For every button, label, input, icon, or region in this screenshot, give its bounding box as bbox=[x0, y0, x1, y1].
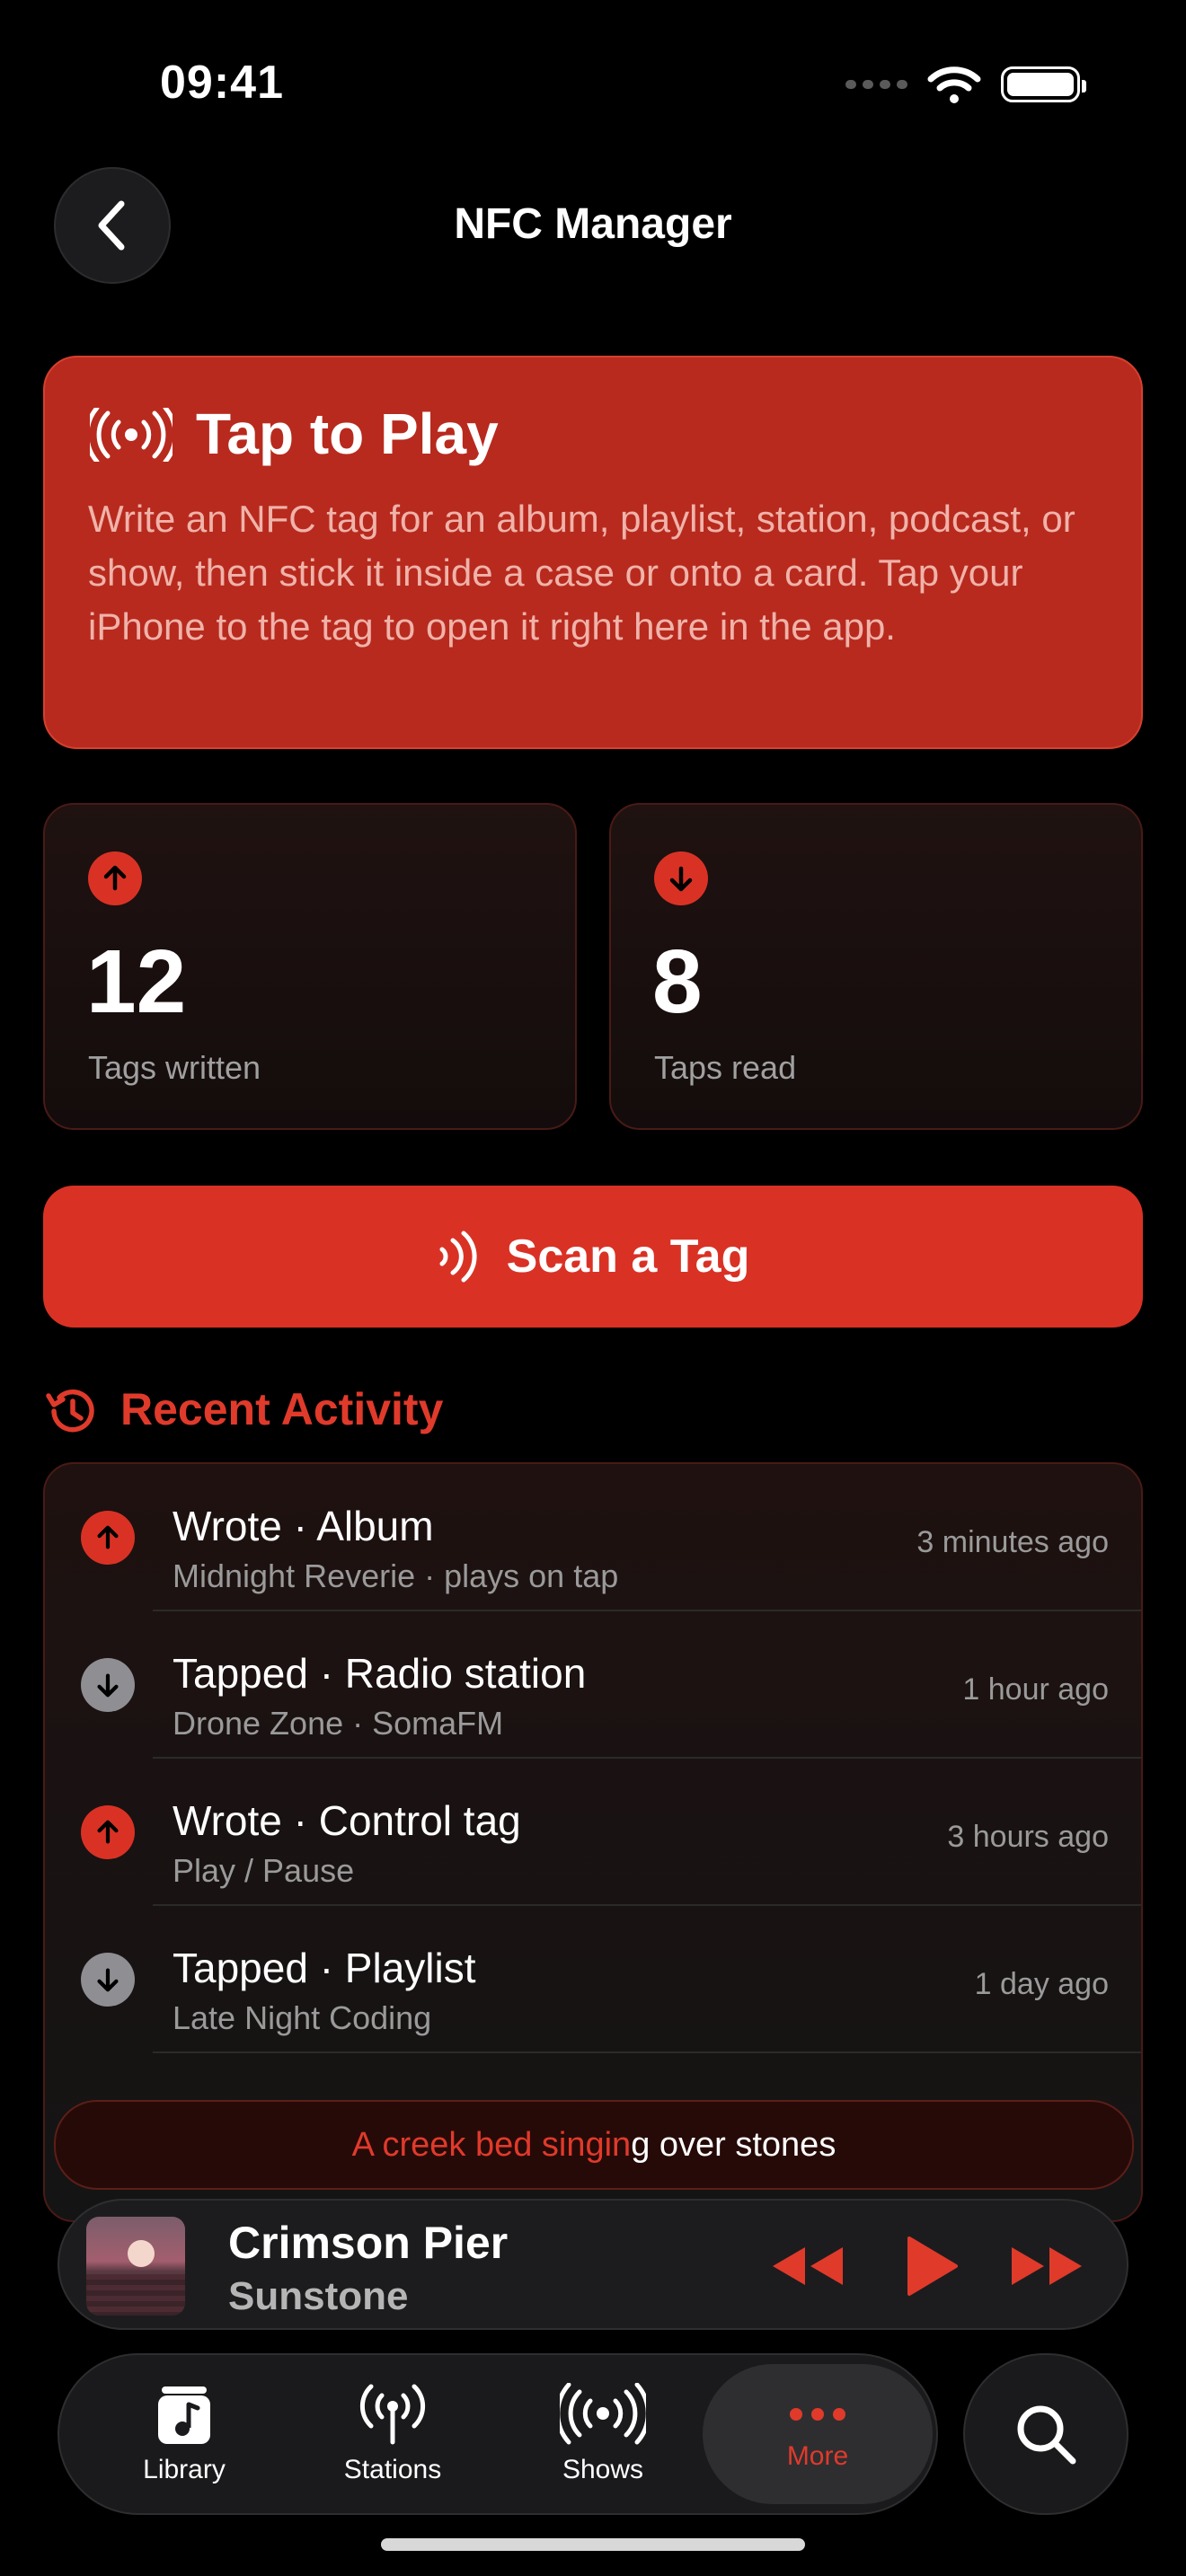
arrow-up-icon bbox=[81, 1805, 135, 1859]
activity-title: Wrote · Album bbox=[173, 1503, 434, 1549]
tab-bar: Library Stations Shows More bbox=[58, 2353, 938, 2515]
battery-icon bbox=[1001, 66, 1086, 102]
arrow-down-icon bbox=[81, 1953, 135, 2007]
album-artwork bbox=[86, 2217, 185, 2316]
tags-written-value: 12 bbox=[86, 931, 187, 1032]
lyric-line: A creek bed singin g over stones bbox=[54, 2100, 1134, 2190]
tab-shows[interactable]: Shows bbox=[500, 2355, 706, 2513]
tab-label: More bbox=[786, 2441, 849, 2471]
arrow-down-icon bbox=[81, 1658, 135, 1712]
hero-description: Write an NFC tag for an album, playlist,… bbox=[88, 498, 1075, 648]
lyric-highlighted: A creek bed singin bbox=[351, 2125, 632, 2164]
taps-read-card: 8 Taps read bbox=[609, 803, 1143, 1130]
tap-to-play-card: Tap to Play Write an NFC tag for an albu… bbox=[43, 356, 1143, 749]
activity-row[interactable]: Wrote · Album Midnight Reverie · plays o… bbox=[45, 1464, 1141, 1611]
scan-tag-label: Scan a Tag bbox=[506, 1231, 750, 1283]
activity-subtitle: Midnight Reverie · plays on tap bbox=[173, 1557, 619, 1594]
activity-row[interactable]: Tapped · Playlist Late Night Coding 1 da… bbox=[45, 1906, 1141, 2053]
activity-time: 1 hour ago bbox=[962, 1672, 1109, 1707]
activity-time: 3 hours ago bbox=[947, 1820, 1109, 1854]
tags-written-label: Tags written bbox=[88, 1049, 261, 1086]
hero-title: Tap to Play bbox=[196, 401, 499, 466]
antenna-icon bbox=[359, 2384, 426, 2445]
activity-title: Tapped · Playlist bbox=[173, 1945, 476, 1991]
search-icon bbox=[1017, 2405, 1076, 2465]
tab-more[interactable]: More bbox=[703, 2364, 933, 2504]
divider bbox=[153, 2051, 1141, 2053]
page-title: NFC Manager bbox=[454, 200, 732, 248]
home-indicator bbox=[381, 2538, 805, 2551]
scan-tag-button[interactable]: Scan a Tag bbox=[43, 1186, 1143, 1328]
activity-title: Tapped · Radio station bbox=[173, 1650, 587, 1697]
tab-library[interactable]: Library bbox=[81, 2355, 288, 2513]
activity-time: 1 day ago bbox=[974, 1967, 1109, 2001]
recent-activity-title: Recent Activity bbox=[120, 1384, 444, 1434]
status-indicators bbox=[845, 65, 1086, 104]
tab-label: Shows bbox=[562, 2455, 644, 2484]
rewind-icon[interactable] bbox=[766, 2235, 848, 2298]
activity-subtitle: Drone Zone · SomaFM bbox=[173, 1705, 504, 1742]
more-dots-icon bbox=[790, 2408, 845, 2421]
activity-time: 3 minutes ago bbox=[916, 1525, 1109, 1559]
history-icon bbox=[46, 1389, 94, 1433]
broadcast-icon bbox=[560, 2383, 646, 2445]
status-time: 09:41 bbox=[160, 57, 284, 109]
tab-label: Stations bbox=[343, 2455, 442, 2484]
track-title: Crimson Pier bbox=[228, 2218, 509, 2268]
tab-label: Library bbox=[143, 2455, 226, 2484]
arrow-up-icon bbox=[88, 851, 142, 905]
activity-subtitle: Play / Pause bbox=[173, 1852, 355, 1889]
nfc-waves-icon bbox=[439, 1231, 477, 1283]
taps-read-value: 8 bbox=[652, 931, 703, 1032]
mini-player[interactable]: Crimson Pier Sunstone bbox=[58, 2199, 1128, 2330]
arrow-down-icon bbox=[654, 851, 708, 905]
tab-stations[interactable]: Stations bbox=[289, 2355, 496, 2513]
track-artist: Sunstone bbox=[228, 2274, 409, 2318]
nfc-broadcast-icon bbox=[90, 408, 173, 462]
activity-row[interactable]: Wrote · Control tag Play / Pause 3 hours… bbox=[45, 1759, 1141, 1906]
activity-row[interactable]: Tapped · Radio station Drone Zone · Soma… bbox=[45, 1611, 1141, 1759]
play-icon[interactable] bbox=[897, 2235, 961, 2298]
taps-read-label: Taps read bbox=[654, 1049, 797, 1086]
tags-written-card: 12 Tags written bbox=[43, 803, 577, 1130]
signal-icon bbox=[845, 80, 907, 89]
activity-subtitle: Late Night Coding bbox=[173, 1999, 432, 2036]
arrow-up-icon bbox=[81, 1511, 135, 1565]
wifi-icon bbox=[927, 66, 981, 103]
lyric-rest: g over stones bbox=[631, 2125, 836, 2164]
search-button[interactable] bbox=[963, 2353, 1128, 2515]
activity-title: Wrote · Control tag bbox=[173, 1797, 521, 1844]
music-note-icon bbox=[158, 2386, 210, 2444]
fast-forward-icon[interactable] bbox=[1006, 2235, 1089, 2298]
